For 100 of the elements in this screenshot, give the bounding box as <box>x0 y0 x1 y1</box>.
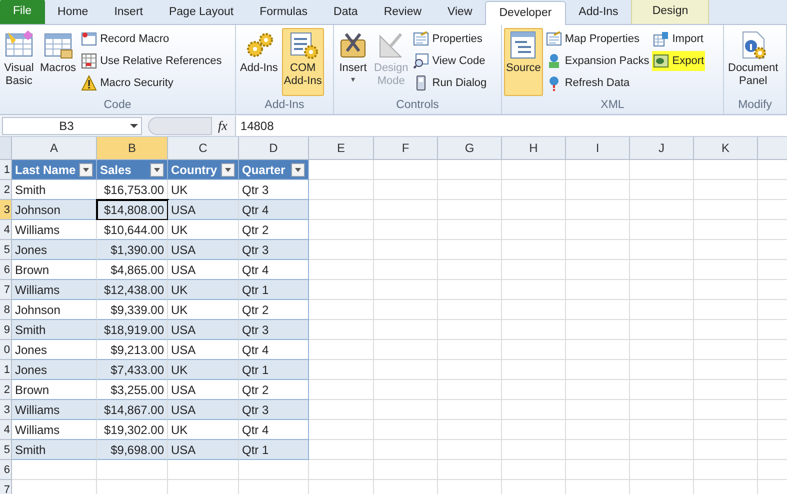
column-header[interactable]: D <box>239 137 309 160</box>
tab[interactable]: Page Layout <box>156 1 247 24</box>
tab[interactable]: Developer <box>485 1 566 25</box>
table-header-cell[interactable]: Last Name <box>12 160 97 180</box>
column-header[interactable]: K <box>694 137 758 160</box>
ribbon-small-button[interactable]: Run Dialog <box>412 73 488 93</box>
table-cell[interactable]: Qtr 3 <box>239 400 309 420</box>
row-header[interactable]: 9 <box>0 320 12 340</box>
row-header[interactable]: 5 <box>0 440 12 460</box>
ribbon-button[interactable]: Add-Ins <box>238 28 280 96</box>
tab[interactable]: Insert <box>101 1 156 24</box>
table-cell[interactable]: UK <box>168 360 239 380</box>
table-cell[interactable]: Qtr 4 <box>239 260 309 280</box>
ribbon-small-button[interactable]: Macro Security <box>80 73 223 93</box>
row-header[interactable]: 7 <box>0 480 12 494</box>
column-header[interactable]: A <box>12 137 97 160</box>
table-cell[interactable]: $9,698.00 <box>97 440 168 460</box>
column-header[interactable]: H <box>502 137 566 160</box>
table-cell[interactable]: Qtr 1 <box>239 440 309 460</box>
ribbon-small-button[interactable]: Import <box>652 29 706 49</box>
ribbon-button[interactable]: Source <box>504 28 543 96</box>
column-header[interactable]: E <box>309 137 374 160</box>
column-header[interactable]: B <box>97 137 168 160</box>
table-header-cell[interactable]: Sales <box>97 160 168 180</box>
row-header[interactable]: 4 <box>0 420 12 440</box>
ribbon-small-button[interactable]: Map Properties <box>544 29 650 49</box>
table-cell[interactable]: Qtr 4 <box>239 420 309 440</box>
ribbon-small-button[interactable]: Refresh Data <box>544 73 650 93</box>
row-header[interactable]: 4 <box>0 220 12 240</box>
row-header[interactable]: 2 <box>0 180 12 200</box>
table-cell[interactable]: UK <box>168 280 239 300</box>
table-cell[interactable]: Qtr 1 <box>239 280 309 300</box>
table-cell[interactable]: USA <box>168 400 239 420</box>
ribbon-button[interactable]: Insert ▾ <box>336 28 370 96</box>
table-cell[interactable]: $14,867.00 <box>97 400 168 420</box>
ribbon-small-button[interactable]: Use Relative References <box>80 51 223 71</box>
table-cell[interactable]: $18,919.00 <box>97 320 168 340</box>
table-cell[interactable]: Williams <box>12 400 97 420</box>
table-cell[interactable]: Williams <box>12 280 97 300</box>
table-cell[interactable]: $7,433.00 <box>97 360 168 380</box>
table-cell[interactable]: Qtr 1 <box>239 360 309 380</box>
column-header[interactable]: I <box>566 137 630 160</box>
table-cell[interactable]: USA <box>168 440 239 460</box>
table-cell[interactable]: Qtr 2 <box>239 220 309 240</box>
table-cell[interactable]: Smith <box>12 320 97 340</box>
column-header[interactable]: J <box>630 137 694 160</box>
ribbon-small-button[interactable]: Properties <box>412 29 488 49</box>
table-cell[interactable]: Qtr 4 <box>239 200 309 220</box>
row-header[interactable]: 0 <box>0 340 12 360</box>
row-header[interactable]: 3 <box>0 400 12 420</box>
table-cell[interactable]: Qtr 3 <box>239 320 309 340</box>
table-cell[interactable]: $1,390.00 <box>97 240 168 260</box>
ribbon-button[interactable]: Document Panel <box>726 28 780 96</box>
ribbon-button[interactable]: COM Add-Ins <box>282 28 324 96</box>
tab[interactable]: View <box>434 1 486 24</box>
ribbon-button[interactable]: Macros <box>38 28 78 96</box>
name-box[interactable]: B3 <box>2 116 142 134</box>
table-cell[interactable]: USA <box>168 320 239 340</box>
ribbon-small-button[interactable]: Expansion Packs <box>544 51 650 71</box>
tab[interactable]: Add-Ins <box>566 1 632 24</box>
row-header[interactable]: 5 <box>0 240 12 260</box>
table-cell[interactable]: Qtr 2 <box>239 300 309 320</box>
table-cell[interactable]: Qtr 4 <box>239 340 309 360</box>
ribbon-button[interactable]: Visual Basic <box>2 28 36 96</box>
table-cell[interactable]: USA <box>168 200 239 220</box>
filter-dropdown-icon[interactable] <box>150 162 164 176</box>
table-header-cell[interactable]: Country <box>168 160 239 180</box>
row-header[interactable]: 6 <box>0 460 12 480</box>
ribbon-small-button[interactable]: Export <box>652 51 706 71</box>
column-header[interactable]: C <box>168 137 239 160</box>
tab[interactable]: Data <box>320 1 371 24</box>
row-header[interactable]: 6 <box>0 260 12 280</box>
table-header-cell[interactable]: Quarter <box>239 160 309 180</box>
row-header[interactable]: 1 <box>0 160 12 180</box>
table-cell[interactable]: Jones <box>12 240 97 260</box>
tab[interactable]: Review <box>370 1 435 24</box>
table-cell[interactable]: Smith <box>12 440 97 460</box>
table-cell[interactable]: Qtr 3 <box>239 180 309 200</box>
filter-dropdown-icon[interactable] <box>79 162 93 176</box>
table-cell[interactable]: $14,808.00 <box>97 200 168 220</box>
row-header[interactable]: 8 <box>0 300 12 320</box>
column-header[interactable]: G <box>438 137 502 160</box>
tab[interactable]: Design <box>631 0 710 24</box>
row-header[interactable]: 2 <box>0 380 12 400</box>
row-header[interactable]: 3 <box>0 200 12 220</box>
table-cell[interactable]: Qtr 3 <box>239 240 309 260</box>
splitter-handle[interactable] <box>148 116 212 134</box>
function-icon[interactable]: fx <box>218 116 228 136</box>
table-cell[interactable]: Jones <box>12 360 97 380</box>
ribbon-small-button[interactable]: Record Macro <box>80 29 223 49</box>
ribbon-small-button[interactable]: View Code <box>412 51 488 71</box>
table-cell[interactable]: $12,438.00 <box>97 280 168 300</box>
formula-field[interactable]: 14808 <box>235 116 787 136</box>
tab[interactable]: Home <box>44 1 102 24</box>
table-cell[interactable]: Qtr 2 <box>239 380 309 400</box>
filter-dropdown-icon[interactable] <box>291 162 305 176</box>
table-cell[interactable]: Johnson <box>12 200 97 220</box>
filter-dropdown-icon[interactable] <box>221 162 235 176</box>
column-header[interactable]: F <box>374 137 438 160</box>
tab[interactable]: Formulas <box>246 1 321 24</box>
